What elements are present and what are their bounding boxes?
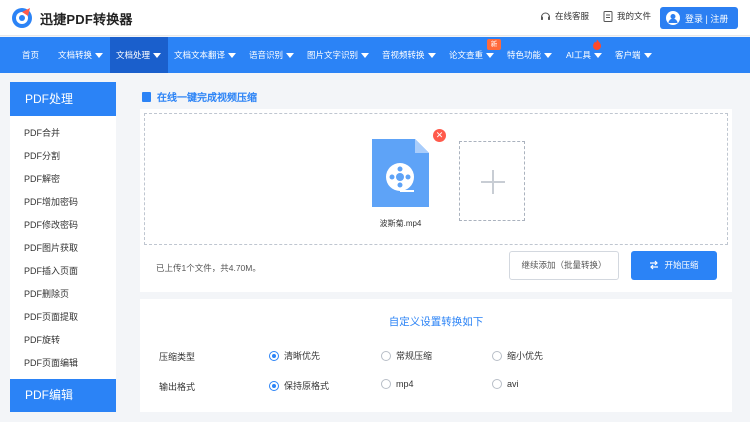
chevron-down-icon [228,53,237,59]
compress-option-clarity-label: 清晰优先 [284,351,321,361]
nav-special-features-label: 特色功能 [507,50,542,60]
chevron-down-icon [427,53,436,59]
nav-av-convert-label: 音视频转换 [382,50,425,60]
sidebar-item-pdf-decrypt[interactable]: PDF解密 [10,168,116,191]
format-option-avi[interactable]: avi [492,379,519,389]
continue-adding-button[interactable]: 继续添加（批量转换） [509,251,619,280]
customer-service-link[interactable]: 在线客服 [540,10,589,22]
logo-icon [10,6,36,30]
radio-icon[interactable] [492,379,502,389]
login-register-button[interactable]: 登录 | 注册 [660,7,738,29]
upload-status-text: 已上传1个文件，共4.70M。 [156,263,261,273]
swap-arrows-icon [650,260,659,270]
my-files-label: 我的文件 [617,11,652,21]
add-file-button[interactable] [459,141,525,221]
nav-client-label: 客户端 [615,50,641,60]
nav-speech-recognition[interactable]: 语音识别 [249,37,295,73]
nav-plagiarism-check-label: 论文查重 [449,50,484,60]
compress-option-smaller[interactable]: 缩小优先 [492,349,543,362]
format-option-mp4-label: mp4 [396,379,414,389]
chevron-down-icon [643,53,652,59]
page-title-text: 在线一键完成视频压缩 [157,93,257,104]
sidebar-item-pdf-add-password[interactable]: PDF增加密码 [10,191,116,214]
customer-service-label: 在线客服 [555,11,590,21]
sidebar-item-pdf-page-edit[interactable]: PDF页面编辑 [10,352,116,375]
start-compress-label: 开始压缩 [664,260,699,270]
nav-doc-translate-label: 文档文本翻译 [174,50,226,60]
radio-checked-icon[interactable] [269,380,279,391]
compress-type-label: 压缩类型 [159,352,196,362]
format-option-keep[interactable]: 保持原格式 [269,379,329,392]
nav-av-convert[interactable]: 音视频转换 [382,37,436,73]
hot-flame-icon [593,39,601,50]
main-nav: 首页 文档转换 文档处理 文档文本翻译 语音识别 图片文字识别 音视频转换 论文… [0,37,750,73]
radio-icon[interactable] [492,350,502,361]
sidebar-heading-pdf-process[interactable]: PDF处理 [10,82,116,116]
my-files-link[interactable]: 我的文件 [603,10,651,22]
nav-client[interactable]: 客户端 [615,37,652,73]
radio-icon[interactable] [381,379,391,389]
format-option-keep-label: 保持原格式 [284,381,330,391]
start-compress-button[interactable]: 开始压缩 [631,251,717,280]
compress-option-smaller-label: 缩小优先 [507,351,544,361]
chevron-down-icon [544,53,553,59]
chevron-down-icon [95,53,104,59]
chevron-down-icon [594,53,603,59]
sidebar-item-pdf-insert-page[interactable]: PDF插入页面 [10,260,116,283]
nav-ai-tools-label: AI工具 [566,50,592,60]
sidebar-list: PDF合并 PDF分割 PDF解密 PDF增加密码 PDF修改密码 PDF图片获… [10,116,116,375]
sidebar-item-pdf-rotate[interactable]: PDF旋转 [10,329,116,352]
file-dropzone[interactable]: ✕ 波斯菊.mp4 [144,113,728,245]
nav-doc-process-label: 文档处理 [116,50,151,60]
login-register-label: 登录 | 注册 [685,13,729,24]
settings-card: 自定义设置转换如下 压缩类型 清晰优先 常规压缩 缩小优先 输出格式 保持原格式… [140,299,732,412]
nav-image-ocr-label: 图片文字识别 [307,50,359,60]
brand-name: 迅捷PDF转换器 [40,11,133,27]
sidebar-item-pdf-change-password[interactable]: PDF修改密码 [10,214,116,237]
video-file-icon[interactable] [372,139,429,207]
sidebar-item-pdf-merge[interactable]: PDF合并 [10,122,116,145]
sidebar-heading-pdf-edit[interactable]: PDF编辑 [10,379,116,412]
radio-icon[interactable] [381,350,391,361]
nav-speech-recognition-label: 语音识别 [249,50,284,60]
page-title: 在线一键完成视频压缩 [142,89,257,104]
nav-doc-convert-label: 文档转换 [58,50,93,60]
compress-option-normal-label: 常规压缩 [396,351,433,361]
uploaded-file-name: 波斯菊.mp4 [379,219,422,228]
user-avatar-icon [666,11,680,25]
nav-home-label: 首页 [22,50,40,60]
nav-doc-convert[interactable]: 文档转换 [52,37,104,73]
nav-special-features[interactable]: 特色功能 [507,37,553,73]
sidebar: PDF处理 PDF合并 PDF分割 PDF解密 PDF增加密码 PDF修改密码 … [10,82,116,412]
chevron-down-icon [286,53,295,59]
remove-file-close-icon[interactable]: ✕ [433,129,446,142]
sidebar-item-pdf-extract-images[interactable]: PDF图片获取 [10,237,116,260]
headset-icon [541,12,550,20]
sidebar-item-pdf-split[interactable]: PDF分割 [10,145,116,168]
output-format-label: 输出格式 [159,382,196,392]
sidebar-item-pdf-delete-page[interactable]: PDF删除页 [10,283,116,306]
nav-doc-process[interactable]: 文档处理 [110,37,168,73]
file-icon [603,10,613,22]
chevron-down-icon [361,53,370,59]
sidebar-item-pdf-extract-page[interactable]: PDF页面提取 [10,306,116,329]
nav-doc-translate[interactable]: 文档文本翻译 [174,37,237,73]
nav-image-ocr[interactable]: 图片文字识别 [307,37,370,73]
new-badge: 新 [487,39,501,50]
format-option-avi-label: avi [507,379,519,389]
radio-checked-icon[interactable] [269,350,279,361]
brand-logo[interactable]: 迅捷PDF转换器 [10,6,133,30]
document-icon [142,91,151,102]
compress-option-normal[interactable]: 常规压缩 [381,349,432,362]
compress-option-clarity[interactable]: 清晰优先 [269,349,320,362]
format-option-mp4[interactable]: mp4 [381,379,414,389]
nav-home[interactable]: 首页 [12,37,44,73]
top-header: 迅捷PDF转换器 在线客服 我的文件 登录 | 注册 [0,0,750,36]
upload-card: ✕ 波斯菊.mp4 已上传1个文件，共4.70M。 继续添加（批量转换） 开始压… [140,109,732,292]
settings-title: 自定义设置转换如下 [388,316,484,328]
chevron-down-icon [153,53,162,59]
chevron-down-icon [486,53,495,59]
